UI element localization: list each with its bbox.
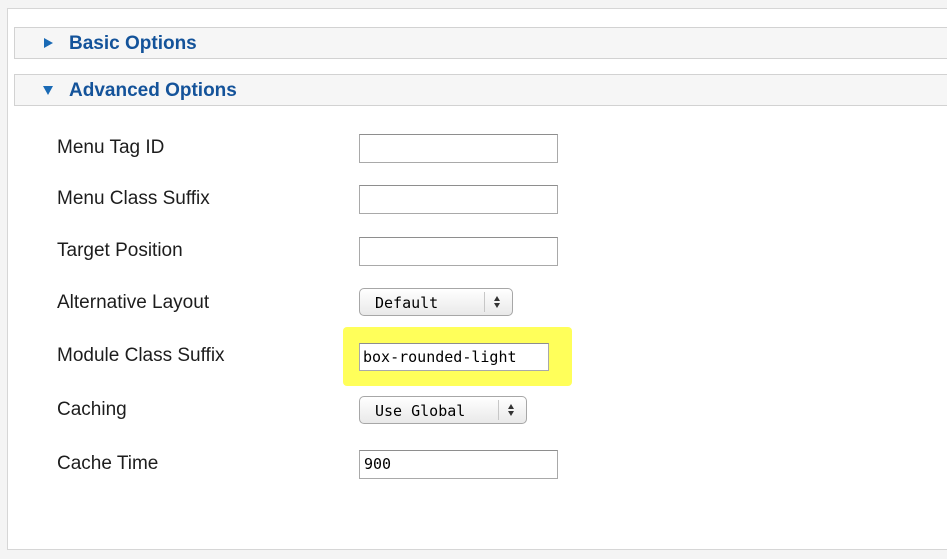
module-class-suffix-input[interactable]: box-rounded-light bbox=[359, 343, 549, 371]
cache-time-input[interactable]: 900 bbox=[359, 450, 558, 479]
advanced-options-toggle[interactable]: Advanced Options bbox=[14, 74, 947, 106]
menu-class-suffix-label: Menu Class Suffix bbox=[57, 188, 210, 209]
caching-label: Caching bbox=[57, 399, 127, 420]
basic-options-title: Basic Options bbox=[69, 33, 197, 54]
target-position-input[interactable] bbox=[359, 237, 558, 266]
menu-tag-id-input[interactable] bbox=[359, 134, 558, 163]
up-down-arrows-icon bbox=[494, 296, 500, 308]
target-position-label: Target Position bbox=[57, 240, 183, 261]
triangle-down-icon bbox=[43, 86, 53, 95]
module-class-suffix-label: Module Class Suffix bbox=[57, 345, 225, 366]
select-divider bbox=[498, 400, 499, 420]
menu-tag-id-label: Menu Tag ID bbox=[57, 137, 165, 158]
basic-options-toggle[interactable]: Basic Options bbox=[14, 27, 947, 59]
triangle-right-icon bbox=[44, 38, 53, 48]
menu-class-suffix-input[interactable] bbox=[359, 185, 558, 214]
caching-select[interactable]: Use Global bbox=[359, 396, 527, 424]
alternative-layout-label: Alternative Layout bbox=[57, 292, 210, 313]
up-down-arrows-icon bbox=[508, 404, 514, 416]
alternative-layout-select[interactable]: Default bbox=[359, 288, 513, 316]
alternative-layout-value: Default bbox=[375, 294, 439, 312]
cache-time-label: Cache Time bbox=[57, 453, 159, 474]
advanced-options-title: Advanced Options bbox=[69, 80, 237, 101]
caching-value: Use Global bbox=[375, 402, 466, 420]
select-divider bbox=[484, 292, 485, 312]
